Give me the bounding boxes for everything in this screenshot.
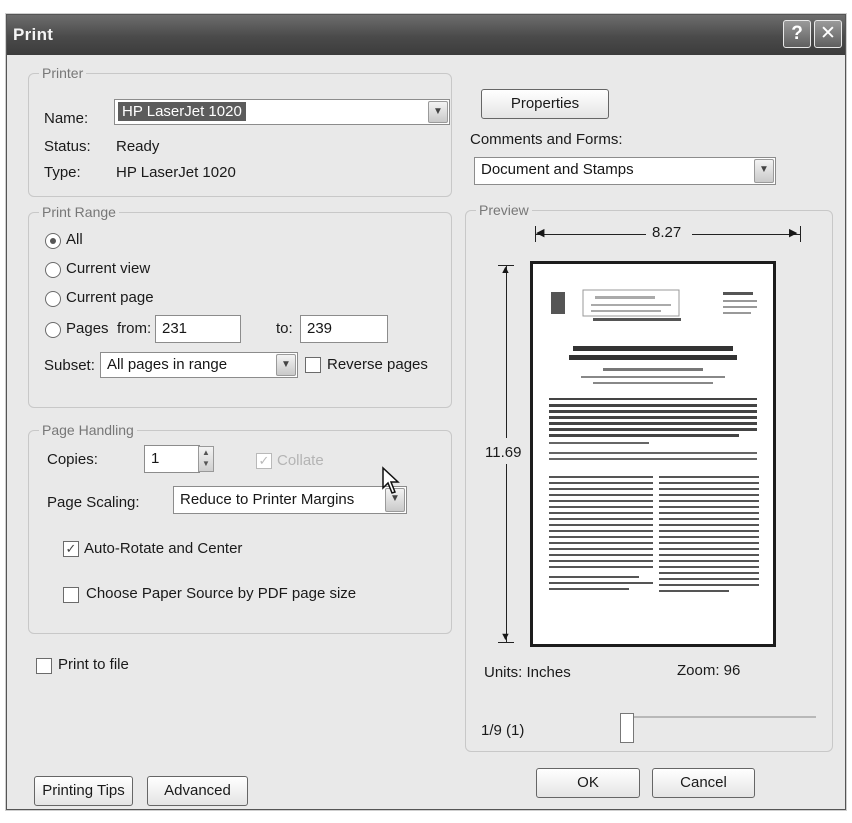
arrow-up-icon: ▲ — [500, 264, 511, 276]
close-icon[interactable]: ✕ — [814, 20, 842, 48]
help-icon[interactable]: ? — [783, 20, 811, 48]
printer-name-value: HP LaserJet 1020 — [118, 102, 246, 121]
page-scaling-label: Page Scaling: — [47, 494, 140, 511]
chevron-down-icon[interactable]: ▼ — [276, 354, 296, 376]
width-tick-right — [800, 226, 801, 242]
mouse-cursor-icon — [382, 466, 400, 494]
copies-spinner[interactable]: ▲ ▼ — [198, 446, 214, 472]
auto-rotate-label[interactable]: Auto-Rotate and Center — [84, 540, 242, 557]
page-slider-thumb[interactable] — [620, 713, 634, 743]
page-indicator: 1/9 (1) — [481, 722, 525, 739]
type-label: Type: — [44, 164, 81, 181]
page-slider-track[interactable] — [620, 716, 816, 718]
preview-height: 11.69 — [485, 444, 522, 461]
preview-legend: Preview — [476, 202, 532, 218]
status-label: Status: — [44, 138, 91, 155]
paper-source-label[interactable]: Choose Paper Source by PDF page size — [86, 585, 356, 602]
height-dimension-line-bottom — [506, 464, 507, 642]
printer-group: Printer — [28, 65, 452, 197]
height-dimension-line — [506, 266, 507, 438]
radio-pages-label[interactable]: Pages — [66, 320, 109, 337]
paper-title-lines — [569, 346, 737, 384]
radio-current-page-label[interactable]: Current page — [66, 289, 154, 306]
copies-input[interactable]: 1 — [144, 445, 200, 473]
page-thumbnail — [549, 289, 759, 592]
type-value: HP LaserJet 1020 — [116, 164, 236, 181]
subset-value: All pages in range — [107, 356, 228, 373]
reverse-pages-checkbox[interactable] — [305, 357, 321, 373]
page-scaling-value: Reduce to Printer Margins — [180, 491, 355, 508]
journal-logo — [551, 292, 565, 314]
radio-pages[interactable] — [45, 322, 61, 338]
printer-name-select[interactable]: HP LaserJet 1020 ▼ — [114, 99, 450, 125]
radio-current-view-label[interactable]: Current view — [66, 260, 150, 277]
zoom-label: Zoom: 96 — [677, 662, 741, 679]
reverse-pages-label[interactable]: Reverse pages — [327, 356, 428, 373]
left-column-text — [549, 476, 653, 590]
print-to-file-checkbox[interactable] — [36, 658, 52, 674]
print-to-file-label[interactable]: Print to file — [58, 656, 129, 673]
comments-select[interactable]: Document and Stamps ▼ — [474, 157, 776, 185]
print-range-legend: Print Range — [39, 204, 119, 220]
units-label: Units: Inches — [484, 664, 571, 681]
name-label: Name: — [44, 110, 89, 127]
cancel-button[interactable]: Cancel — [652, 768, 755, 798]
printing-tips-button[interactable]: Printing Tips — [34, 776, 133, 806]
page-handling-legend: Page Handling — [39, 422, 137, 438]
width-dimension-line-right — [692, 234, 800, 235]
pages-to-input[interactable]: 239 — [300, 315, 388, 343]
comments-label: Comments and Forms: — [470, 131, 623, 148]
journal-right-lines — [723, 292, 757, 314]
arrow-down-icon: ▼ — [500, 631, 511, 643]
from-label: from: — [117, 320, 152, 337]
dialog-title: Print — [13, 25, 54, 44]
subset-select[interactable]: All pages in range ▼ — [100, 352, 298, 378]
collate-label[interactable]: Collate — [277, 452, 324, 469]
printer-legend: Printer — [39, 65, 87, 81]
ok-button[interactable]: OK — [536, 768, 640, 798]
chevron-down-icon[interactable]: ▼ — [754, 159, 774, 183]
radio-all[interactable] — [45, 233, 61, 249]
arrow-left-icon: ◀ — [536, 227, 545, 239]
width-dimension-line — [536, 234, 646, 235]
print-range-group: Print Range — [28, 204, 452, 408]
paper-source-checkbox[interactable] — [63, 587, 79, 603]
arrow-right-icon: ▶ — [789, 227, 798, 239]
properties-button[interactable]: Properties — [481, 89, 609, 119]
page-preview — [530, 261, 776, 647]
collate-checkbox[interactable]: ✓ — [256, 453, 272, 469]
page-scaling-select[interactable]: Reduce to Printer Margins ▼ — [173, 486, 407, 514]
to-label: to: — [276, 320, 293, 337]
radio-current-view[interactable] — [45, 262, 61, 278]
radio-all-label[interactable]: All — [66, 231, 83, 248]
chevron-down-icon[interactable]: ▼ — [428, 101, 448, 123]
journal-header-box — [582, 289, 680, 317]
comments-value: Document and Stamps — [481, 161, 634, 178]
subset-label: Subset: — [44, 357, 95, 374]
auto-rotate-checkbox[interactable]: ✓ — [63, 541, 79, 557]
preview-width: 8.27 — [652, 224, 682, 241]
title-bar: Print ? ✕ — [7, 15, 845, 55]
status-value: Ready — [116, 138, 160, 155]
abstract-block — [549, 398, 757, 460]
radio-current-page[interactable] — [45, 291, 61, 307]
copies-label: Copies: — [47, 451, 98, 468]
advanced-button[interactable]: Advanced — [147, 776, 248, 806]
journal-header-lines — [591, 296, 681, 321]
pages-from-input[interactable]: 231 — [155, 315, 241, 343]
right-column-text — [659, 476, 759, 592]
